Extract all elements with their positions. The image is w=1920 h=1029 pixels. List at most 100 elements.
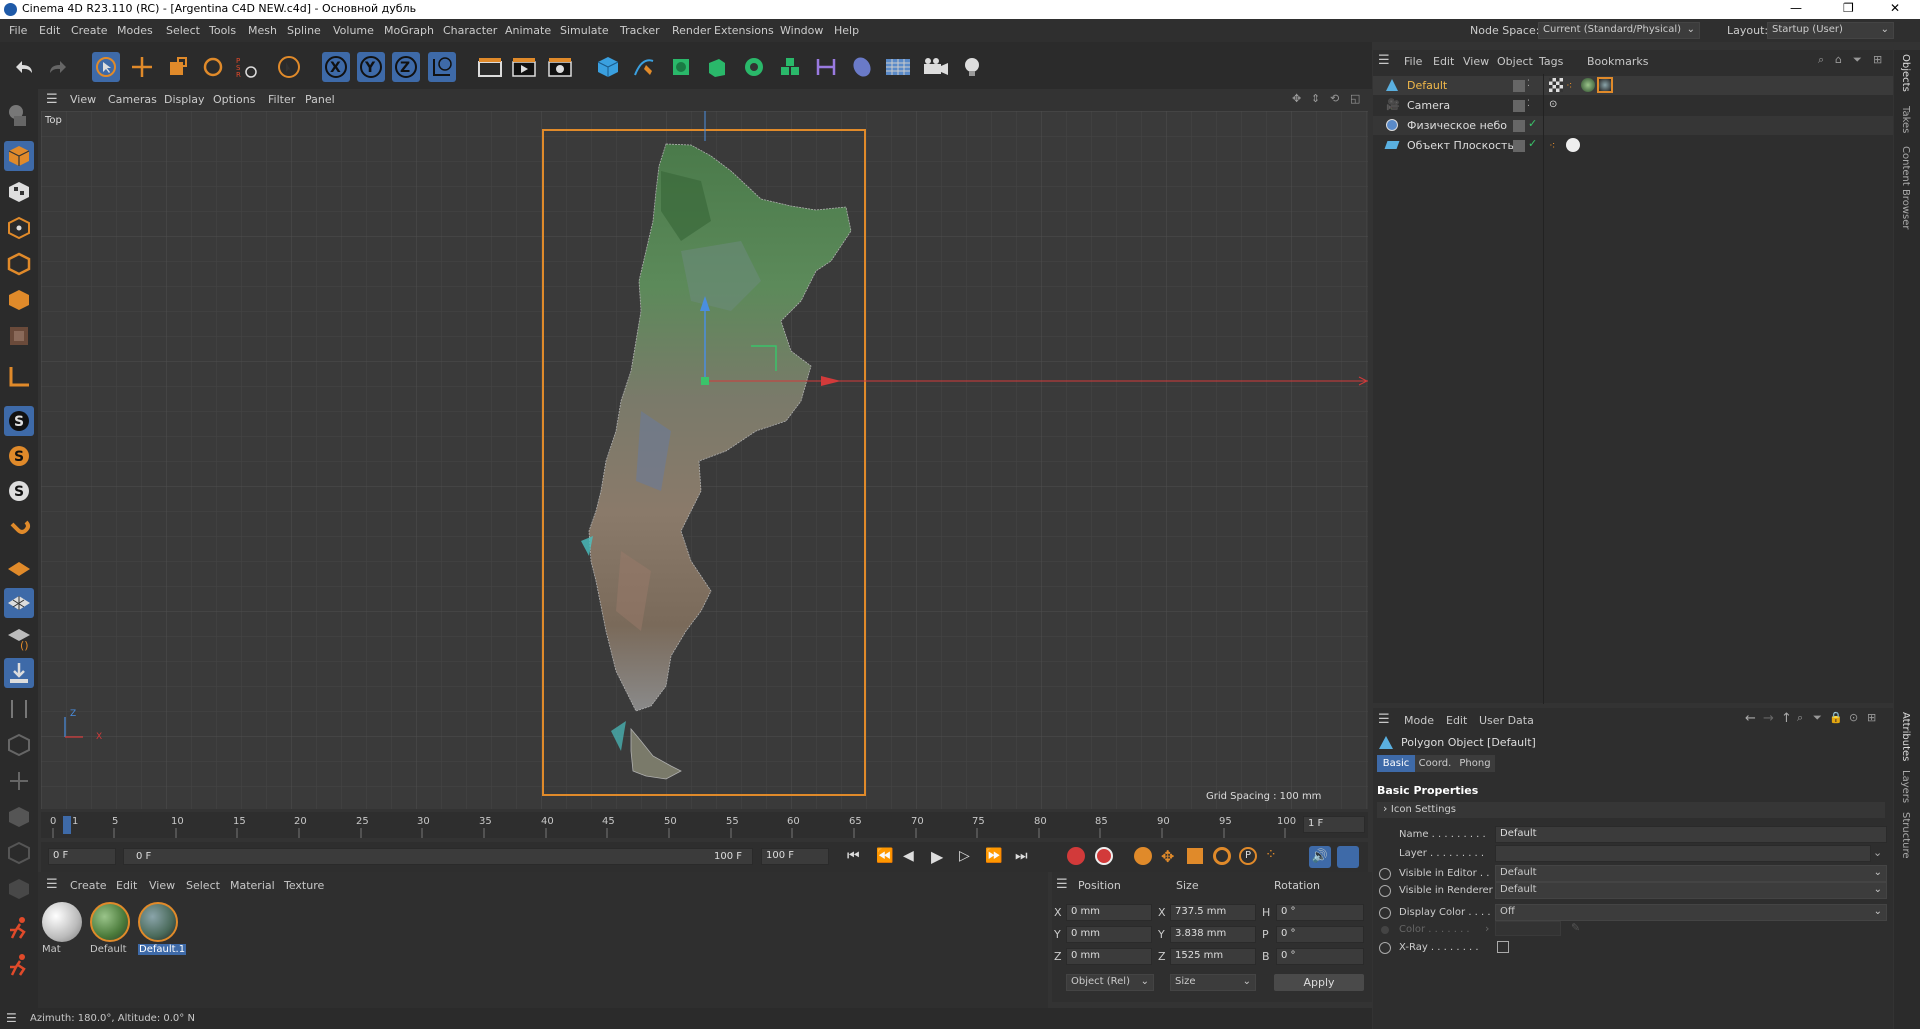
- object-row-plane[interactable]: Объект Плоскость ✓ ⁖: [1373, 136, 1893, 155]
- menu-tools[interactable]: Tools: [209, 24, 236, 37]
- filter-icon[interactable]: ⏷: [1853, 53, 1862, 67]
- up-arrow-icon[interactable]: ↑: [1781, 711, 1792, 726]
- edit-visibility-icon[interactable]: [1513, 100, 1525, 112]
- home-icon[interactable]: ⌂: [1835, 53, 1842, 66]
- coordinate-system-button[interactable]: [428, 52, 456, 82]
- icon-settings-group[interactable]: › Icon Settings: [1377, 802, 1885, 818]
- om-menu-file[interactable]: File: [1404, 55, 1422, 68]
- hamburger-icon[interactable]: ☰: [46, 92, 58, 107]
- viewport-canvas[interactable]: [41, 111, 1368, 809]
- sound-icon[interactable]: 🔊: [1309, 846, 1331, 868]
- next-key-icon[interactable]: ⏩: [985, 848, 1002, 864]
- am-menu-edit[interactable]: Edit: [1446, 714, 1467, 727]
- magnet-button[interactable]: [4, 516, 34, 546]
- environment-button[interactable]: [848, 52, 876, 82]
- deformer-button[interactable]: [812, 52, 840, 82]
- end-frame-field[interactable]: 100 F: [761, 848, 829, 865]
- frame-range-slider[interactable]: 0 F 100 F: [123, 848, 753, 865]
- key-rotation-icon[interactable]: [1213, 847, 1231, 865]
- z-axis-lock-button[interactable]: Z: [392, 52, 420, 82]
- rot-h-field[interactable]: 0 °: [1276, 904, 1364, 921]
- mat-menu-texture[interactable]: Texture: [284, 879, 324, 892]
- floor-button[interactable]: [884, 52, 912, 82]
- mograph-cloner-button[interactable]: [740, 52, 768, 82]
- cube-object-button[interactable]: [594, 52, 622, 82]
- select-tool-button[interactable]: [92, 52, 120, 82]
- doodle-button[interactable]: [4, 694, 34, 724]
- dock-tab-content-browser[interactable]: Content Browser: [1900, 146, 1911, 229]
- live-select-button[interactable]: [275, 52, 303, 82]
- size-y-field[interactable]: 3.838 mm: [1170, 926, 1256, 943]
- quantize-button[interactable]: S: [4, 476, 34, 506]
- layer-box-button[interactable]: [4, 802, 34, 832]
- animate-visible-renderer-icon[interactable]: [1379, 885, 1391, 897]
- viewport-menu-filter[interactable]: Filter: [268, 93, 295, 106]
- annotation-button[interactable]: [4, 730, 34, 760]
- previous-key-icon[interactable]: ⏪: [876, 848, 893, 864]
- dock-tab-objects[interactable]: Objects: [1900, 54, 1911, 92]
- menu-character[interactable]: Character: [443, 24, 497, 37]
- size-z-field[interactable]: 1525 mm: [1170, 948, 1256, 965]
- snap-settings-button[interactable]: S: [4, 441, 34, 471]
- uv-mode-button[interactable]: [4, 321, 34, 351]
- mat-menu-select[interactable]: Select: [186, 879, 220, 892]
- align-workplane-button[interactable]: [4, 658, 34, 688]
- layer-field[interactable]: [1495, 845, 1871, 862]
- mograph-effector-button[interactable]: [776, 52, 804, 82]
- edit-visibility-icon[interactable]: [1513, 140, 1525, 152]
- phong-tag-icon[interactable]: ⁖: [1566, 79, 1572, 92]
- phong-tag-icon[interactable]: ⁖: [1549, 139, 1555, 152]
- enabled-check-icon[interactable]: ✓: [1528, 137, 1537, 150]
- menu-simulate[interactable]: Simulate: [560, 24, 609, 37]
- am-menu-user-data[interactable]: User Data: [1479, 714, 1534, 727]
- dock-tab-takes[interactable]: Takes: [1900, 106, 1911, 133]
- run-character-button[interactable]: [4, 914, 34, 944]
- am-menu-mode[interactable]: Mode: [1404, 714, 1434, 727]
- viewport-top[interactable]: Top Z X Grid Spacing : 100 mm: [41, 111, 1368, 809]
- menu-animate[interactable]: Animate: [505, 24, 551, 37]
- record-icon[interactable]: [1067, 847, 1085, 865]
- edit-visibility-icon[interactable]: [1513, 80, 1525, 92]
- edge-mode-button[interactable]: [4, 249, 34, 279]
- tab-basic[interactable]: Basic: [1377, 755, 1415, 772]
- menu-help[interactable]: Help: [834, 24, 859, 37]
- play-icon[interactable]: ▶: [931, 847, 943, 866]
- render-visibility-dots-icon[interactable]: ⁚: [1527, 99, 1530, 109]
- subdivision-button[interactable]: [667, 52, 695, 82]
- mat-menu-view[interactable]: View: [149, 879, 175, 892]
- axis-mode-button[interactable]: [4, 362, 34, 392]
- menu-modes[interactable]: Modes: [117, 24, 153, 37]
- mat-menu-create[interactable]: Create: [70, 879, 107, 892]
- object-row-default[interactable]: Default ⁚ ⁖: [1373, 76, 1893, 95]
- om-menu-tags[interactable]: Tags: [1539, 55, 1563, 68]
- point-mode-button[interactable]: [4, 213, 34, 243]
- filter-icon[interactable]: ⏷: [1813, 711, 1822, 725]
- polygon-mode-button[interactable]: [4, 285, 34, 315]
- layout-select[interactable]: Startup (User) ⌄: [1767, 22, 1894, 39]
- key-parameter-icon[interactable]: P: [1239, 847, 1257, 865]
- y-axis-lock-button[interactable]: Y: [357, 52, 385, 82]
- texture-mode-button[interactable]: [4, 177, 34, 207]
- menu-window[interactable]: Window: [780, 24, 823, 37]
- om-menu-bookmarks[interactable]: Bookmarks: [1587, 55, 1648, 68]
- animate-visible-editor-icon[interactable]: [1379, 868, 1391, 880]
- render-view-button[interactable]: [510, 52, 538, 82]
- animate-xray-icon[interactable]: [1379, 942, 1391, 954]
- current-frame-field[interactable]: 1 F: [1303, 816, 1365, 833]
- om-menu-object[interactable]: Object: [1497, 55, 1533, 68]
- viewport-menu-cameras[interactable]: Cameras: [108, 93, 157, 106]
- pos-x-field[interactable]: 0 mm: [1066, 904, 1152, 921]
- move-tool-button[interactable]: [128, 52, 156, 82]
- hamburger-icon[interactable]: ☰: [46, 877, 58, 892]
- size-x-field[interactable]: 737.5 mm: [1170, 904, 1256, 921]
- layer-box-2-button[interactable]: [4, 838, 34, 868]
- menu-file[interactable]: File: [9, 24, 27, 37]
- hamburger-icon[interactable]: ☰: [1378, 53, 1390, 68]
- enabled-check-icon[interactable]: ✓: [1528, 117, 1537, 130]
- settings-icon[interactable]: ⊙: [1849, 711, 1858, 724]
- maximize-view-icon[interactable]: ◱: [1350, 92, 1360, 105]
- rot-p-field[interactable]: 0 °: [1276, 926, 1364, 943]
- name-field[interactable]: Default: [1495, 826, 1887, 843]
- viewport-menu-view[interactable]: View: [70, 93, 96, 106]
- material-tag-white-icon[interactable]: [1566, 138, 1580, 152]
